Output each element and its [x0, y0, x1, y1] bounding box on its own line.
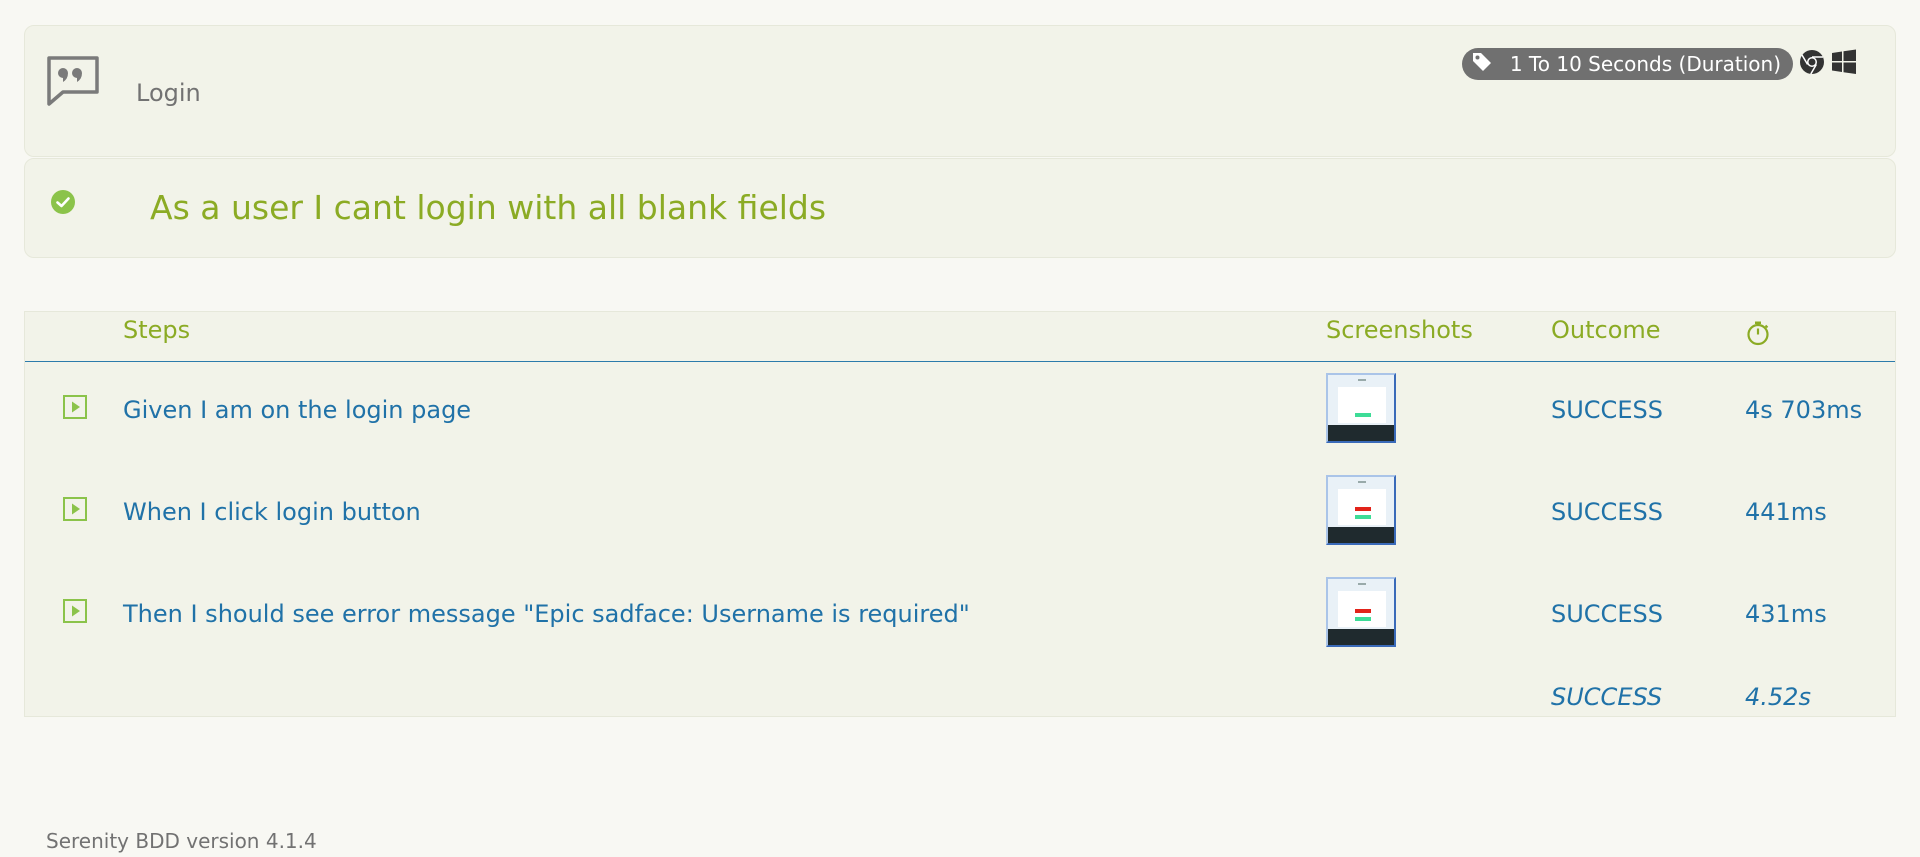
- step-description: When I click login button: [123, 498, 421, 526]
- tag-icon: [1472, 52, 1492, 77]
- total-outcome: SUCCESS: [1551, 683, 1663, 711]
- step-row: Given I am on the login page SUCCESS 4s …: [25, 367, 1895, 467]
- stopwatch-icon: [1746, 320, 1770, 352]
- duration-tag-label: 1 To 10 Seconds (Duration): [1509, 52, 1781, 76]
- total-duration: 4.52s: [1745, 683, 1811, 711]
- check-circle-icon: [51, 190, 75, 218]
- step-row: When I click login button SUCCESS 441ms: [25, 469, 1895, 569]
- steps-header: Steps: [123, 316, 191, 344]
- step-duration: 431ms: [1745, 600, 1827, 628]
- step-screenshot-thumbnail[interactable]: [1326, 475, 1396, 545]
- footer-version: Serenity BDD version 4.1.4: [46, 829, 317, 853]
- chrome-icon: [1799, 49, 1825, 79]
- header-divider: [25, 361, 1895, 362]
- outcome-header: Outcome: [1551, 316, 1661, 344]
- step-outcome: SUCCESS: [1551, 600, 1663, 628]
- expand-step-icon[interactable]: [63, 497, 87, 525]
- expand-step-icon[interactable]: [63, 395, 87, 423]
- windows-icon: [1831, 49, 1857, 79]
- scenario-panel: As a user I cant login with all blank fi…: [24, 158, 1896, 258]
- feature-title: Login: [136, 79, 201, 107]
- expand-step-icon[interactable]: [63, 599, 87, 627]
- quote-bubble-icon: [45, 54, 101, 112]
- feature-panel: Login 1 To 10 Seconds (Duration): [24, 25, 1896, 157]
- scenario-title: As a user I cant login with all blank fi…: [150, 188, 827, 227]
- step-screenshot-thumbnail[interactable]: [1326, 373, 1396, 443]
- duration-tag[interactable]: 1 To 10 Seconds (Duration): [1461, 48, 1793, 80]
- steps-table: Steps Screenshots Outcome Given I am on …: [24, 311, 1896, 717]
- step-description: Then I should see error message "Epic sa…: [123, 600, 970, 628]
- screenshots-header: Screenshots: [1326, 316, 1473, 344]
- step-outcome: SUCCESS: [1551, 396, 1663, 424]
- step-screenshot-thumbnail[interactable]: [1326, 577, 1396, 647]
- step-description: Given I am on the login page: [123, 396, 472, 424]
- step-outcome: SUCCESS: [1551, 498, 1663, 526]
- total-row: SUCCESS 4.52s: [25, 654, 1895, 754]
- step-duration: 4s 703ms: [1745, 396, 1863, 424]
- tag-list: 1 To 10 Seconds (Duration): [1461, 48, 1857, 80]
- step-duration: 441ms: [1745, 498, 1827, 526]
